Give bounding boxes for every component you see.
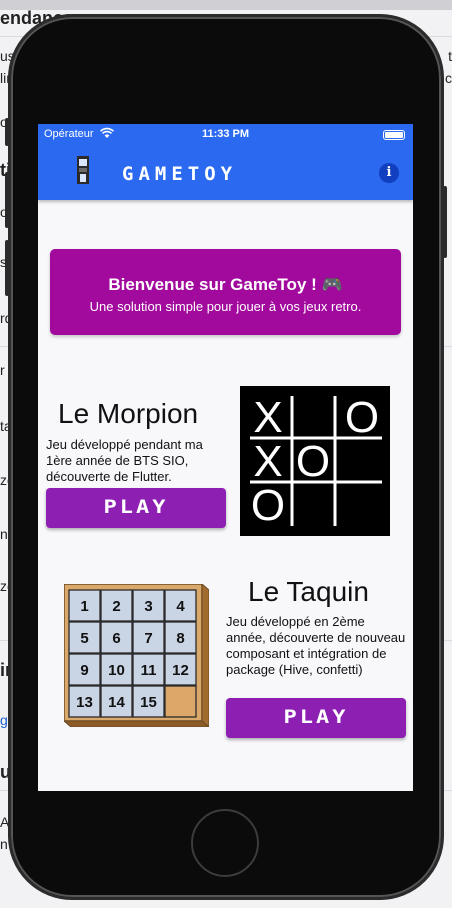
puzzle-tile-number: 13: [76, 694, 93, 711]
app-title: GAMETOY: [122, 163, 238, 185]
morpion-title: Le Morpion: [58, 398, 199, 429]
taquin-play-button[interactable]: PLAY: [226, 698, 406, 738]
puzzle-tile-number: 14: [108, 694, 125, 711]
puzzle-tile: 13: [68, 685, 101, 718]
taquin-title: Le Taquin: [248, 576, 369, 607]
puzzle-tile-number: 3: [144, 598, 152, 615]
battery-icon: [383, 130, 405, 140]
puzzle-tile-number: 6: [112, 630, 120, 647]
puzzle-tile-number: 1: [80, 598, 88, 615]
puzzle-tile: 11: [132, 653, 165, 686]
play-label: PLAY: [103, 496, 169, 519]
ttt-cell: O: [345, 393, 379, 442]
background-text: n: [0, 836, 8, 852]
puzzle-tile: 1: [68, 589, 101, 622]
play-label: PLAY: [283, 706, 349, 729]
ttt-cell: O: [251, 481, 285, 530]
puzzle-tile: 15: [132, 685, 165, 718]
puzzle-tile: 7: [132, 621, 165, 654]
app-bar: GAMETOY i: [38, 144, 413, 200]
ttt-cell: X: [253, 437, 282, 486]
puzzle-tile-number: 4: [176, 598, 185, 615]
welcome-title: Bienvenue sur GameToy ! 🎮: [108, 275, 343, 294]
welcome-subtitle: Une solution simple pour jouer à vos jeu…: [89, 299, 362, 314]
puzzle-tile: 10: [100, 653, 133, 686]
puzzle-tiles: 1 2 3 45 6 7 89 10 11 1213 14 15: [68, 589, 197, 718]
ttt-cell: O: [296, 437, 330, 486]
morpion-play-button[interactable]: PLAY: [46, 488, 226, 528]
puzzle-tile: 3: [132, 589, 165, 622]
puzzle-tile-number: 10: [108, 662, 125, 679]
puzzle-tile: 12: [164, 653, 197, 686]
status-bar: Opérateur 11:33 PM: [38, 124, 413, 144]
puzzle-tile-number: 11: [141, 662, 157, 679]
arcade-logo-icon: [77, 156, 89, 184]
puzzle-tile-number: 9: [80, 662, 88, 679]
puzzle-tile: 5: [68, 621, 101, 654]
puzzle-tile: 9: [68, 653, 101, 686]
morpion-description: Jeu développé pendant ma 1ère année de B…: [46, 437, 203, 484]
puzzle-tile: 8: [164, 621, 197, 654]
welcome-card: Bienvenue sur GameToy ! 🎮 Une solution s…: [50, 249, 401, 335]
tic-tac-toe-image: X O X O O: [240, 386, 390, 536]
puzzle-tile: 4: [164, 589, 197, 622]
puzzle-tile-number: 12: [172, 662, 189, 679]
puzzle-tile: 14: [100, 685, 133, 718]
puzzle-tile-number: 7: [144, 630, 152, 647]
sliding-puzzle-image: 1 2 3 45 6 7 89 10 11 1213 14 15: [64, 584, 209, 727]
background-text: t: [448, 48, 452, 64]
puzzle-tile-number: 8: [176, 630, 184, 647]
puzzle-tile-number: 15: [140, 694, 157, 711]
puzzle-tile-number: 2: [112, 598, 120, 615]
status-time: 11:33 PM: [201, 128, 250, 140]
taquin-description: Jeu développé en 2ème année, découverte …: [226, 614, 406, 677]
info-icon[interactable]: i: [379, 163, 399, 183]
background-text: c: [445, 70, 452, 86]
puzzle-tile-number: 5: [80, 630, 88, 647]
puzzle-empty-slot: [164, 685, 197, 718]
home-button[interactable]: [191, 809, 259, 877]
puzzle-tile: 2: [100, 589, 133, 622]
app-screen: Opérateur 11:33 PM GAMETOY i Bienvenue s…: [38, 124, 413, 791]
ttt-cell: X: [253, 393, 282, 442]
puzzle-tile: 6: [100, 621, 133, 654]
